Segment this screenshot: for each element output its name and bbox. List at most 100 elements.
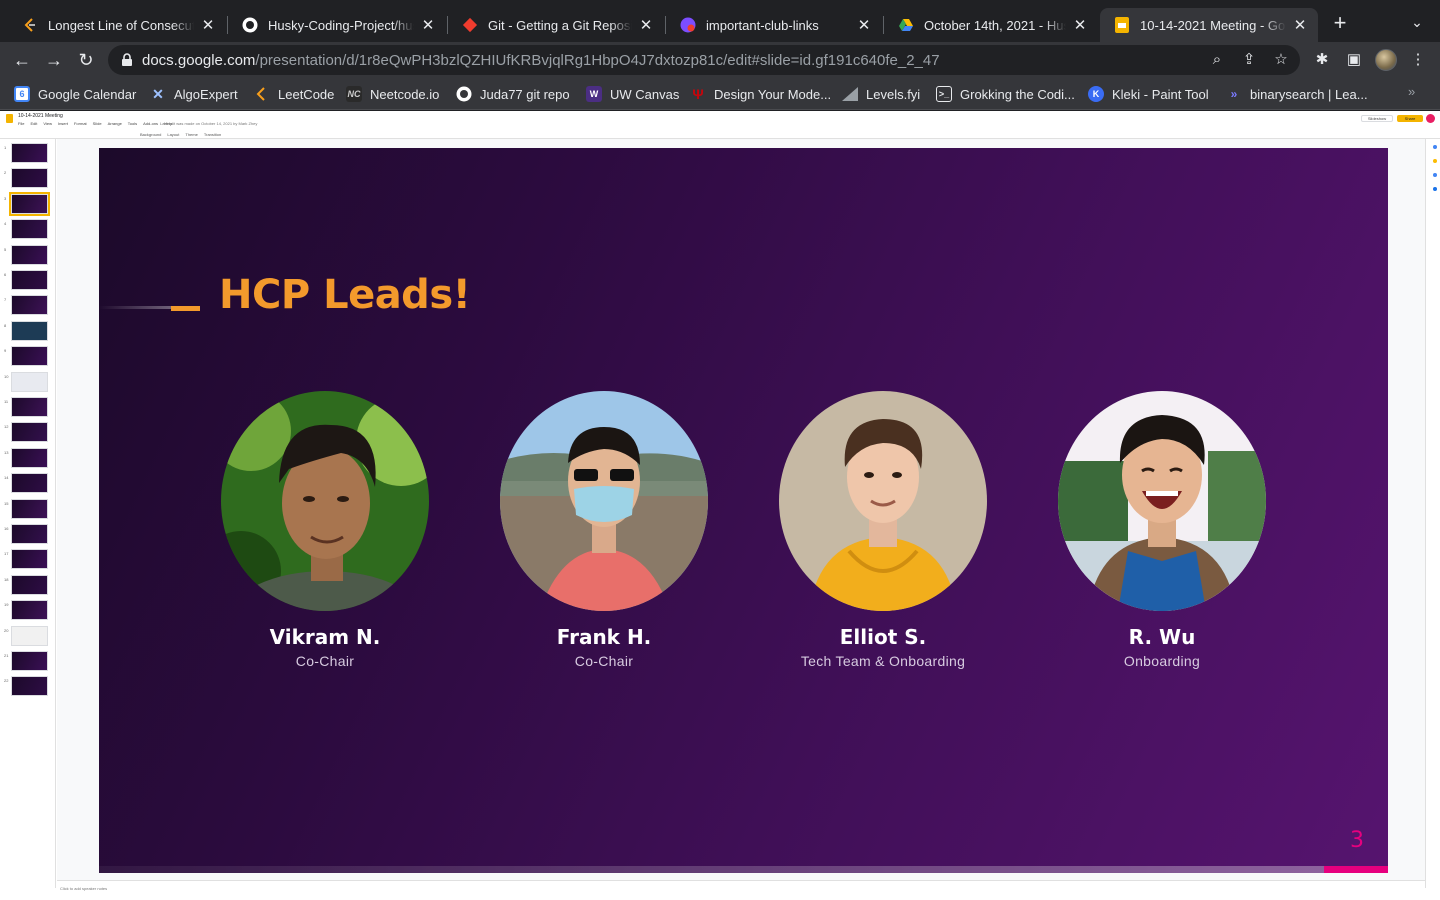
reload-icon[interactable]: ↻ bbox=[74, 48, 98, 72]
slide-thumbnail[interactable] bbox=[11, 143, 48, 163]
contacts-icon[interactable] bbox=[1433, 173, 1437, 177]
slide-thumbnail-number: 6 bbox=[4, 272, 7, 277]
forward-arrow-icon[interactable]: → bbox=[42, 48, 66, 72]
slide-thumbnail[interactable] bbox=[11, 524, 48, 544]
extensions-icon[interactable]: ✱ bbox=[1312, 50, 1332, 70]
double-chevron-icon[interactable]: » bbox=[1408, 84, 1415, 99]
background-button[interactable]: Background bbox=[140, 132, 161, 137]
slide-thumbnail[interactable] bbox=[11, 270, 48, 290]
bookmark-grokking[interactable]: >_ Grokking the Codi... bbox=[936, 84, 1075, 104]
bookmark-juda77[interactable]: Juda77 git repo bbox=[456, 84, 570, 104]
current-slide[interactable]: HCP Leads! Vikram N. Co-Chair Frank H. C… bbox=[99, 148, 1388, 873]
frank-photo bbox=[500, 391, 708, 611]
menu-arrange[interactable]: Arrange bbox=[108, 121, 122, 126]
bookmark-design-your-model[interactable]: Ψ Design Your Mode... bbox=[690, 84, 831, 104]
menu-addons[interactable]: Add-ons bbox=[143, 121, 158, 126]
slide-thumbnail[interactable] bbox=[11, 600, 48, 621]
menu-format[interactable]: Format bbox=[74, 121, 87, 126]
menu-tools[interactable]: Tools bbox=[128, 121, 137, 126]
tasks-icon[interactable] bbox=[1433, 159, 1437, 163]
menu-file[interactable]: File bbox=[18, 121, 24, 126]
slide-thumbnail[interactable] bbox=[11, 447, 48, 468]
tab-github[interactable]: Husky-Coding-Project/husky ✕ bbox=[228, 8, 446, 42]
share-button[interactable]: Share bbox=[1397, 115, 1423, 122]
chevron-down-icon[interactable]: ⌄ bbox=[1406, 14, 1428, 36]
lead-name: Vikram N. bbox=[269, 625, 381, 649]
tab-drive[interactable]: October 14th, 2021 - Husky ✕ bbox=[884, 8, 1098, 42]
document-title[interactable]: 10-14-2021 Meeting bbox=[18, 113, 63, 119]
keep-icon[interactable] bbox=[1433, 145, 1437, 149]
menu-edit[interactable]: Edit bbox=[30, 121, 37, 126]
slide-thumbnail[interactable] bbox=[11, 625, 48, 646]
bookmark-levels[interactable]: Levels.fyi bbox=[842, 84, 920, 104]
close-icon[interactable]: ✕ bbox=[1292, 16, 1308, 34]
slideshow-button[interactable]: Slideshow bbox=[1361, 115, 1393, 122]
zoom-icon[interactable]: ⌕ bbox=[1208, 51, 1226, 69]
slide-thumbnail[interactable] bbox=[11, 295, 48, 316]
bookmark-kleki[interactable]: K Kleki - Paint Tool bbox=[1088, 84, 1209, 104]
address-bar[interactable]: docs.google.com/presentation/d/1r8eQwPH3… bbox=[108, 45, 1300, 75]
slide-thumbnail[interactable] bbox=[11, 219, 48, 240]
menu-view[interactable]: View bbox=[43, 121, 52, 126]
tab-title: 10-14-2021 Meeting - Google bbox=[1140, 17, 1286, 33]
bookmark-label: Grokking the Codi... bbox=[960, 86, 1075, 102]
close-icon[interactable]: ✕ bbox=[856, 16, 872, 34]
slide-thumbnail-number: 21 bbox=[4, 653, 9, 658]
slide-thumbnail[interactable] bbox=[9, 191, 50, 216]
sidepanel-icon[interactable]: ▣ bbox=[1344, 50, 1364, 70]
theme-button[interactable]: Theme bbox=[185, 132, 197, 137]
bookmark-uw-canvas[interactable]: W UW Canvas bbox=[586, 84, 679, 104]
menu-insert[interactable]: Insert bbox=[58, 121, 68, 126]
slide-thumbnail-number: 17 bbox=[4, 551, 9, 557]
slide-thumbnail[interactable] bbox=[11, 346, 48, 367]
user-avatar[interactable] bbox=[1426, 114, 1435, 123]
slide-thumbnail[interactable] bbox=[11, 574, 48, 595]
slide-thumbnail[interactable] bbox=[11, 473, 48, 494]
slide-thumbnail[interactable] bbox=[11, 651, 48, 671]
slide-thumbnail[interactable] bbox=[11, 498, 48, 519]
tab-git[interactable]: Git - Getting a Git Repository ✕ bbox=[448, 8, 664, 42]
profile-avatar[interactable] bbox=[1375, 49, 1397, 71]
slides-logo-icon[interactable] bbox=[6, 114, 13, 123]
close-icon[interactable]: ✕ bbox=[200, 16, 216, 34]
star-icon[interactable]: ☆ bbox=[1272, 51, 1290, 69]
close-icon[interactable]: ✕ bbox=[1072, 16, 1088, 34]
bookmark-neetcode[interactable]: NC Neetcode.io bbox=[346, 84, 439, 104]
maps-icon[interactable] bbox=[1433, 187, 1437, 191]
back-arrow-icon[interactable]: ← bbox=[10, 48, 34, 72]
lead-name: Elliot S. bbox=[839, 625, 927, 649]
transition-button[interactable]: Transition bbox=[204, 132, 221, 137]
tab-notion[interactable]: important-club-links ✕ bbox=[666, 8, 882, 42]
bookmark-google-calendar[interactable]: 6 Google Calendar bbox=[14, 84, 136, 104]
bookmark-algoexpert[interactable]: ✕ AlgoExpert bbox=[150, 84, 238, 104]
slides-header: 10-14-2021 Meeting File Edit View Insert… bbox=[0, 111, 1440, 139]
menu-slide[interactable]: Slide bbox=[93, 121, 102, 126]
bookmark-binarysearch[interactable]: » binarysearch | Lea... bbox=[1226, 84, 1368, 104]
layout-button[interactable]: Layout bbox=[167, 132, 179, 137]
new-tab-button[interactable]: + bbox=[1328, 12, 1352, 36]
slide-thumbnail-number: 16 bbox=[4, 526, 9, 531]
slide-thumbnail[interactable] bbox=[11, 397, 48, 417]
tab-leetcode[interactable]: Longest Line of Consecutive ✕ bbox=[8, 8, 226, 42]
bookmark-label: AlgoExpert bbox=[174, 86, 238, 102]
slide-thumbnail[interactable] bbox=[11, 371, 48, 392]
bookmark-leetcode[interactable]: LeetCode bbox=[254, 84, 334, 104]
kebab-menu-icon[interactable]: ⋮ bbox=[1408, 50, 1428, 70]
tab-slides-active[interactable]: 10-14-2021 Meeting - Google ✕ bbox=[1100, 8, 1318, 42]
slide-thumbnail-number: 14 bbox=[4, 475, 9, 481]
slide-thumbnail[interactable] bbox=[11, 676, 48, 697]
binarysearch-icon: » bbox=[1230, 87, 1238, 101]
close-icon[interactable]: ✕ bbox=[420, 16, 436, 34]
slide-thumbnail[interactable] bbox=[11, 549, 48, 570]
last-edit-link[interactable]: Last edit was made on October 14, 2021 b… bbox=[160, 121, 257, 126]
lead-role: Co-Chair bbox=[295, 653, 355, 669]
notion-icon bbox=[680, 17, 696, 33]
slide-thumbnail[interactable] bbox=[11, 422, 48, 443]
share-icon[interactable]: ⇪ bbox=[1240, 51, 1258, 69]
speaker-notes[interactable]: Click to add speaker notes bbox=[57, 880, 1425, 900]
close-icon[interactable]: ✕ bbox=[638, 16, 654, 34]
slide-thumbnail[interactable] bbox=[11, 168, 48, 189]
slide-thumbnail[interactable] bbox=[11, 320, 48, 341]
slide-thumbnail[interactable] bbox=[11, 244, 48, 265]
lock-icon bbox=[122, 53, 132, 66]
